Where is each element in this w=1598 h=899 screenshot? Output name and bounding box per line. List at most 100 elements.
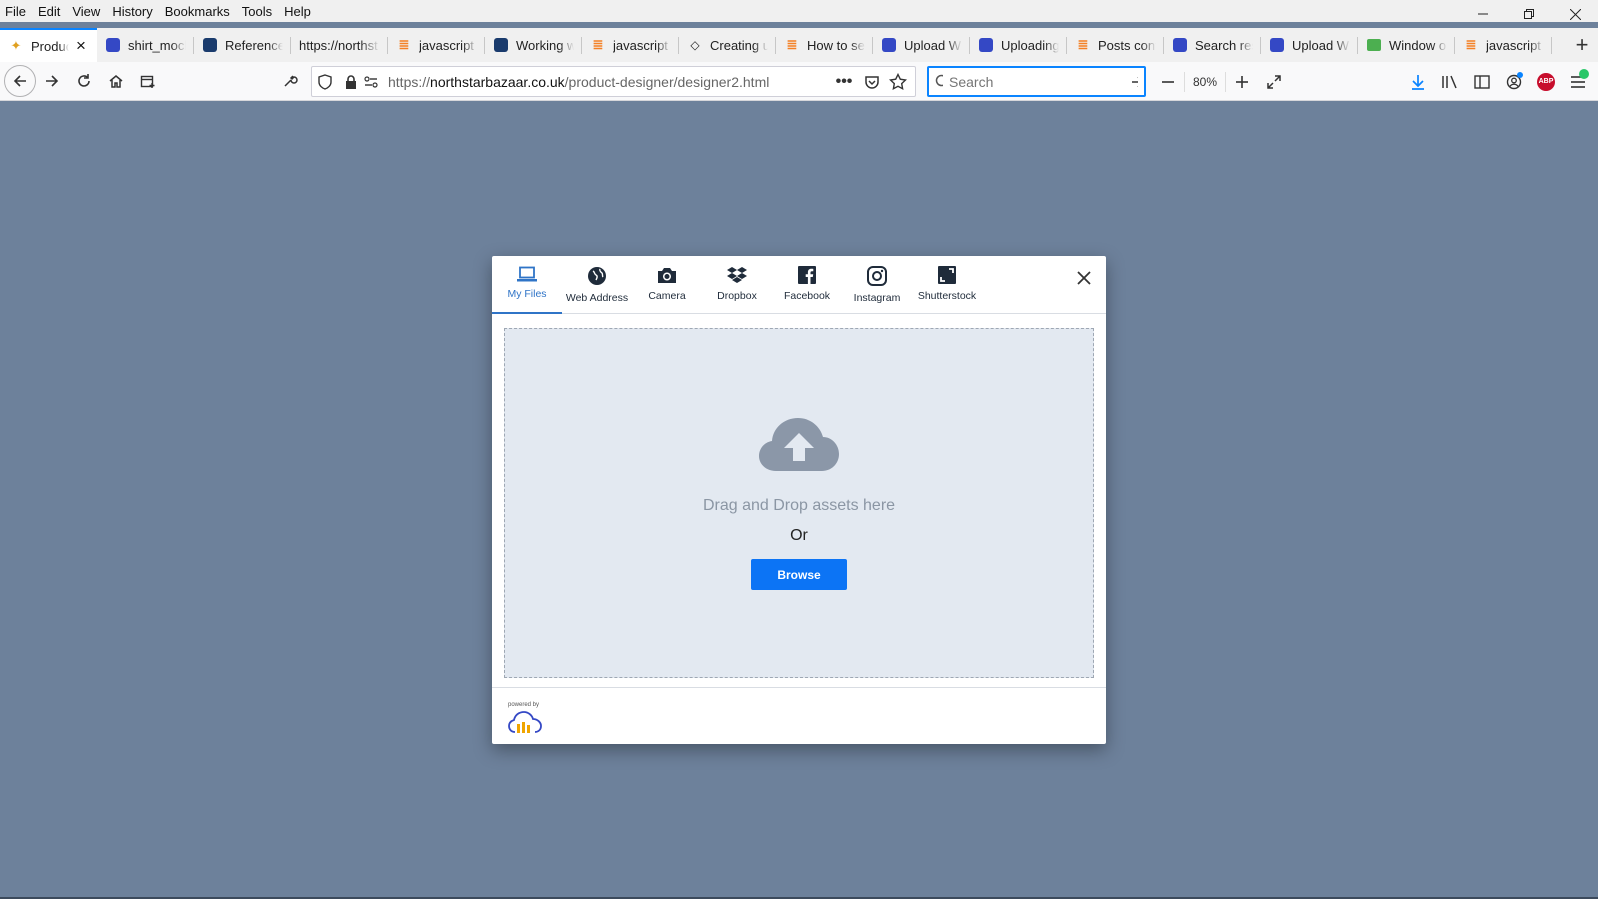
tab-shirt-mock[interactable]: shirt_mock bbox=[97, 28, 194, 62]
tab-dropbox[interactable]: Dropbox bbox=[702, 256, 772, 314]
tab-label: Facebook bbox=[783, 290, 831, 302]
account-button[interactable] bbox=[1498, 66, 1530, 97]
tab-title: How to se bbox=[807, 37, 865, 53]
tab-title: shirt_mock bbox=[128, 37, 186, 53]
shield-icon[interactable] bbox=[312, 69, 338, 95]
tab-reference[interactable]: Reference bbox=[194, 28, 291, 62]
browse-button[interactable]: Browse bbox=[751, 559, 847, 590]
home-icon bbox=[109, 75, 123, 88]
navigation-bar: https://northstarbazaar.co.uk/product-de… bbox=[0, 62, 1598, 101]
tab-javascript-3[interactable]: ≣ javascript bbox=[1455, 28, 1552, 62]
tab-web-address[interactable]: Web Address bbox=[562, 256, 632, 314]
update-badge bbox=[1579, 69, 1589, 79]
home-button[interactable] bbox=[100, 65, 132, 97]
app-menu-button[interactable] bbox=[1562, 66, 1594, 97]
downloads-button[interactable] bbox=[1402, 66, 1434, 97]
arrow-right-icon[interactable] bbox=[1130, 74, 1138, 90]
notification-dot bbox=[1517, 72, 1523, 78]
tab-label: My Files bbox=[507, 288, 547, 300]
close-window-button[interactable] bbox=[1552, 0, 1598, 28]
minimize-button[interactable] bbox=[1460, 0, 1506, 28]
url-domain: northstarbazaar.co.uk bbox=[430, 73, 565, 90]
restore-button[interactable] bbox=[1506, 0, 1552, 28]
containers-button[interactable] bbox=[132, 65, 164, 97]
facebook-icon bbox=[798, 266, 816, 284]
new-tab-button[interactable]: + bbox=[1566, 28, 1598, 62]
tab-strip: ✦ Produc × shirt_mock Reference https://… bbox=[0, 28, 1598, 62]
tab-javascript-1[interactable]: ≣ javascript bbox=[388, 28, 485, 62]
tab-posts[interactable]: ≣ Posts cont bbox=[1067, 28, 1164, 62]
stackoverflow-icon: ≣ bbox=[398, 37, 410, 52]
tab-title: https://northst bbox=[299, 37, 378, 53]
tab-title: Uploading bbox=[1001, 37, 1059, 53]
page-actions-icon[interactable]: ••• bbox=[829, 69, 859, 95]
search-bar[interactable] bbox=[927, 66, 1146, 97]
tab-instagram[interactable]: Instagram bbox=[842, 256, 912, 314]
url-bar[interactable]: https://northstarbazaar.co.uk/product-de… bbox=[311, 66, 916, 97]
tab-title: javascript bbox=[613, 37, 668, 53]
tab-window[interactable]: Window o bbox=[1358, 28, 1455, 62]
tab-title: Produc bbox=[31, 38, 69, 54]
tab-upload-2[interactable]: Upload Wi bbox=[1261, 28, 1358, 62]
url-text[interactable]: https://northstarbazaar.co.uk/product-de… bbox=[384, 74, 829, 90]
back-button[interactable] bbox=[4, 65, 36, 97]
tab-working[interactable]: Working w bbox=[485, 28, 582, 62]
menu-edit[interactable]: Edit bbox=[32, 4, 66, 19]
menu-tools[interactable]: Tools bbox=[236, 4, 278, 19]
url-path: /product-designer/designer2.html bbox=[564, 73, 770, 90]
tab-how-to[interactable]: ≣ How to se bbox=[776, 28, 873, 62]
zoom-level[interactable]: 80% bbox=[1184, 71, 1227, 92]
tab-upload-1[interactable]: Upload Wi bbox=[873, 28, 970, 62]
bookmark-star-icon[interactable] bbox=[885, 69, 911, 95]
cloudinary-logo-icon bbox=[508, 711, 542, 733]
plus-icon bbox=[1236, 75, 1249, 88]
fullscreen-button[interactable] bbox=[1258, 66, 1290, 98]
menu-help[interactable]: Help bbox=[278, 4, 317, 19]
globe-icon bbox=[588, 267, 606, 285]
window-icon bbox=[1366, 37, 1382, 53]
tab-close-button[interactable]: × bbox=[73, 36, 89, 55]
tab-shutterstock[interactable]: Shutterstock bbox=[912, 256, 982, 314]
tab-javascript-2[interactable]: ≣ javascript bbox=[582, 28, 679, 62]
menu-bookmarks[interactable]: Bookmarks bbox=[159, 4, 236, 19]
drop-zone[interactable]: Drag and Drop assets here Or Browse bbox=[504, 328, 1094, 678]
tab-search-results[interactable]: Search res bbox=[1164, 28, 1261, 62]
developer-tools-button[interactable] bbox=[274, 65, 306, 97]
tab-product-designer[interactable]: ✦ Produc × bbox=[0, 28, 97, 62]
library-button[interactable] bbox=[1434, 66, 1466, 97]
reload-button[interactable] bbox=[68, 65, 100, 97]
tab-uploading[interactable]: Uploading bbox=[970, 28, 1067, 62]
pocket-icon[interactable] bbox=[859, 69, 885, 95]
adblock-button[interactable]: ABP bbox=[1530, 66, 1562, 97]
tab-creating[interactable]: ◇ Creating u bbox=[679, 28, 776, 62]
tab-my-files[interactable]: My Files bbox=[492, 256, 562, 314]
search-input[interactable] bbox=[949, 73, 1130, 90]
plus-icon: + bbox=[1575, 32, 1589, 57]
new-window-icon bbox=[140, 75, 155, 88]
permissions-icon[interactable] bbox=[358, 69, 384, 95]
close-modal-button[interactable] bbox=[1074, 268, 1094, 288]
tab-northstar-url[interactable]: https://northst bbox=[291, 28, 388, 62]
menu-file[interactable]: File bbox=[0, 4, 32, 19]
stackoverflow-icon: ≣ bbox=[1077, 37, 1089, 52]
tab-title: Window o bbox=[1389, 37, 1447, 53]
shutterstock-icon bbox=[938, 266, 956, 284]
arrow-right-icon bbox=[46, 75, 59, 87]
menu-history[interactable]: History bbox=[106, 4, 158, 19]
menu-view[interactable]: View bbox=[66, 4, 106, 19]
tab-title: javascript bbox=[419, 37, 474, 53]
tab-title: javascript bbox=[1486, 37, 1541, 53]
sidebar-button[interactable] bbox=[1466, 66, 1498, 97]
tab-facebook[interactable]: Facebook bbox=[772, 256, 842, 314]
window-controls bbox=[1460, 0, 1598, 28]
tab-camera[interactable]: Camera bbox=[632, 256, 702, 314]
spark-icon: ✦ bbox=[10, 38, 22, 53]
zoom-in-button[interactable] bbox=[1226, 66, 1258, 98]
laptop-icon bbox=[517, 266, 537, 282]
tab-label: Instagram bbox=[853, 292, 901, 304]
forward-button[interactable] bbox=[36, 65, 68, 97]
arrow-left-icon bbox=[13, 75, 26, 87]
tab-label: Dropbox bbox=[717, 290, 757, 302]
expand-icon bbox=[1267, 74, 1281, 89]
zoom-out-button[interactable] bbox=[1152, 66, 1184, 98]
